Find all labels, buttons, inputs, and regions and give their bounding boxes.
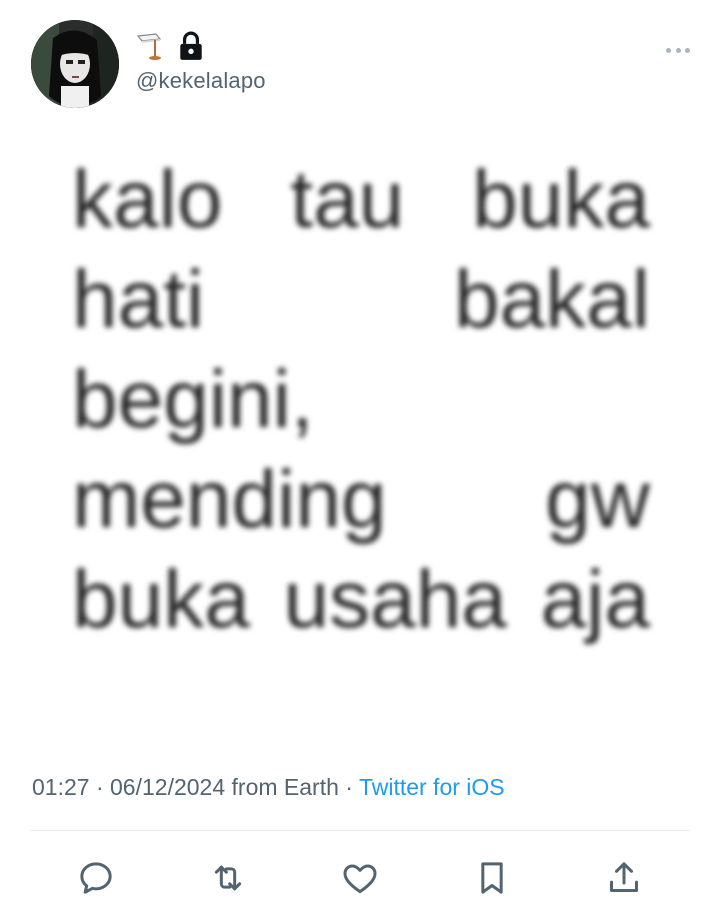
reply-button[interactable] [72,854,120,902]
tweet-text: kalo tau buka hati bakal begini, mending… [72,150,650,650]
reply-icon [80,862,112,894]
flag-emoji-icon [136,33,162,60]
tweet-source-link[interactable]: Twitter for iOS [359,774,505,800]
tweet-word: tau [290,154,405,245]
tweet-meta: 01:27 · 06/12/2024 from Earth · Twitter … [32,774,505,801]
tweet-time[interactable]: 01:27 [32,774,90,800]
tweet-line: begini, [72,350,650,450]
more-dot-icon [666,47,671,53]
tweet-word: gw [545,454,650,545]
tweet-word: kalo [72,154,223,245]
tweet-line: hati bakal [72,250,650,350]
gothic-girl-avatar-icon [31,20,119,108]
tweet-word: begini, [72,354,314,445]
display-name-row[interactable] [136,30,204,62]
bookmark-icon [481,862,503,894]
more-dot-icon [685,47,690,53]
tweet-line: mending gw [72,450,650,550]
tweet-location: from Earth [225,774,339,800]
tweet-word: bakal [453,254,650,345]
lock-icon [180,31,202,60]
more-dot-icon [675,47,681,53]
avatar[interactable] [31,20,119,108]
share-button[interactable] [600,854,648,902]
tweet-word: buka [472,154,650,245]
tweet-line: kalo tau buka [72,150,650,250]
bookmark-button[interactable] [468,854,516,902]
separator: · [89,774,111,800]
action-bar [30,850,690,906]
retweet-icon [214,865,242,891]
tweet-line: buka usaha aja [72,550,650,650]
share-icon [610,862,638,892]
tweet-word: usaha [283,554,507,645]
like-button[interactable] [336,854,384,902]
tweet-word: mending [72,454,387,545]
username-handle[interactable]: @kekelalapo [136,68,266,94]
like-icon [343,864,377,894]
tweet-word: buka [72,554,250,645]
more-options-button[interactable] [666,40,690,60]
tweet-word: hati [72,254,205,345]
tweet-date[interactable]: 06/12/2024 [110,774,225,800]
tweet-word: aja [540,554,650,645]
retweet-button[interactable] [204,854,252,902]
separator: · [338,774,359,800]
divider [30,830,690,831]
